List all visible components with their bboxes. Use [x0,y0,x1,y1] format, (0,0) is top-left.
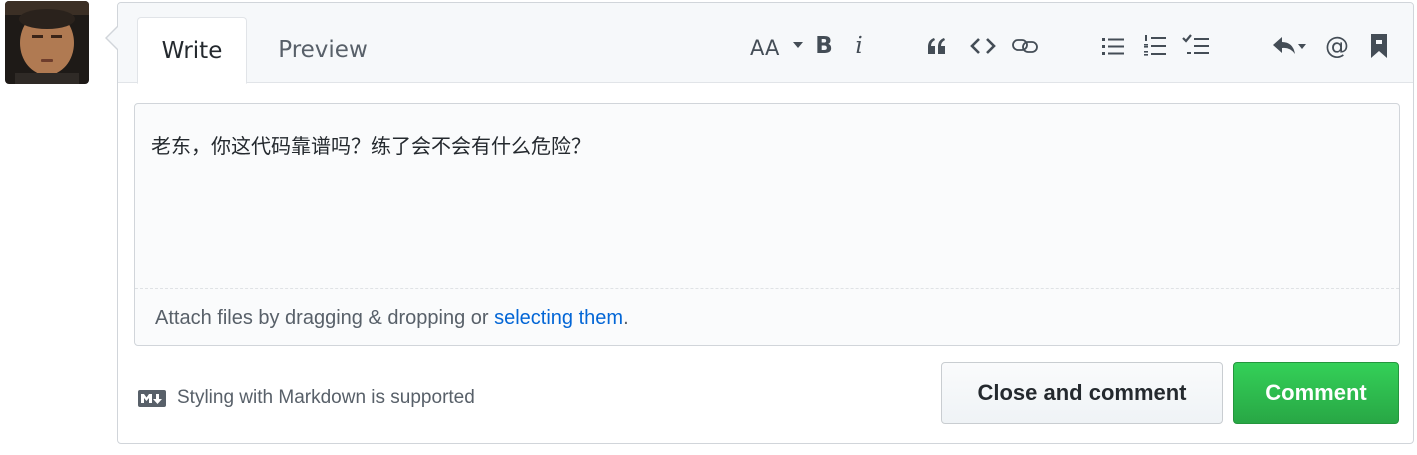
svg-text:AA: AA [750,36,780,58]
avatar[interactable] [5,1,89,84]
comment-button[interactable]: Comment [1233,362,1399,424]
attach-files-prefix: Attach files by dragging & dropping or [155,307,495,329]
attach-files-text: Attach files by dragging & dropping or s… [155,307,629,330]
quote-icon[interactable] [924,29,950,63]
bookmark-icon[interactable] [1367,29,1391,63]
selecting-them-link[interactable]: selecting them [494,307,623,329]
text-size-icon[interactable]: AA [748,29,806,63]
editor-tabnav: Write Preview AA B i @ [118,3,1413,84]
tab-write[interactable]: Write [137,17,247,84]
comment-text: 老东，你这代码靠谱吗？练了会不会有什么危险？ [151,134,591,158]
avatar-image [5,1,89,84]
markdown-note-text: Styling with Markdown is supported [177,387,475,408]
reply-icon[interactable] [1270,29,1310,63]
link-icon[interactable] [1010,29,1040,63]
markdown-icon [138,389,166,407]
comment-caret-inner [107,26,119,50]
tab-preview[interactable]: Preview [258,17,388,84]
comment-textarea[interactable]: 老东，你这代码靠谱吗？练了会不会有什么危险？ Attach files by d… [134,103,1400,346]
ordered-list-icon[interactable] [1142,29,1168,63]
comment-form: Write Preview AA B i @ 老东，你这代码靠谱吗？练了会不会有… [117,2,1414,444]
attach-files-bar[interactable]: Attach files by dragging & dropping or s… [135,288,1399,345]
bold-icon[interactable]: B [812,29,836,63]
attach-files-suffix: . [623,307,629,329]
close-and-comment-button[interactable]: Close and comment [941,362,1223,424]
markdown-note[interactable]: Styling with Markdown is supported [138,387,475,409]
code-icon[interactable] [969,29,997,63]
task-list-icon[interactable] [1181,29,1211,63]
mention-icon[interactable]: @ [1322,29,1352,63]
italic-icon[interactable]: i [849,29,869,63]
unordered-list-icon[interactable] [1100,29,1126,63]
